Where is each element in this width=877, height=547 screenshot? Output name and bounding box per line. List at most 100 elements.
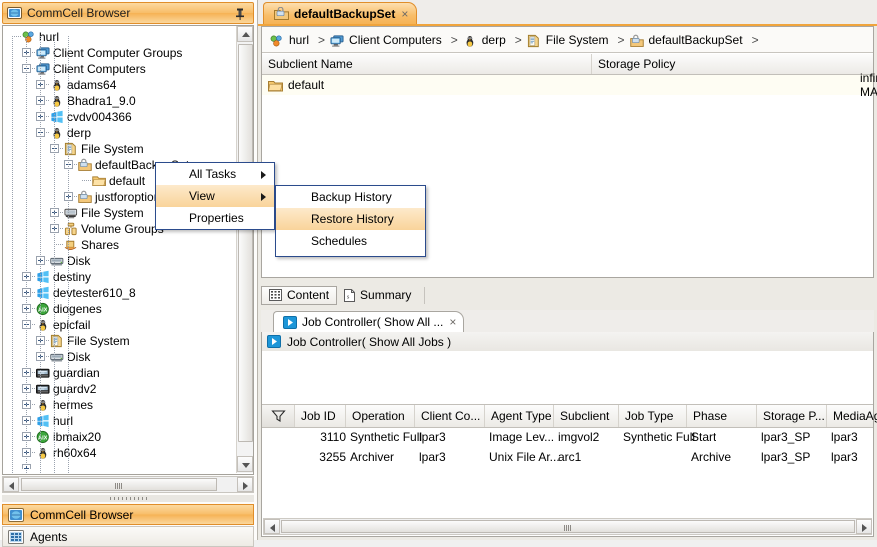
tree-item[interactable]: Disk: [3, 253, 235, 269]
tree-item[interactable]: [3, 461, 235, 469]
table-row[interactable]: 3110 Synthetic Full lpar3 Image Lev... i…: [262, 428, 873, 447]
close-icon[interactable]: ×: [401, 7, 408, 21]
scroll-left-button[interactable]: [264, 519, 280, 534]
windows-icon: [37, 286, 49, 300]
tree-item[interactable]: adams64: [3, 77, 235, 93]
column-header-client-computer[interactable]: Client Co...: [415, 405, 485, 427]
column-header-storage-policy[interactable]: Storage P...: [757, 405, 827, 427]
tree-item[interactable]: Disk: [3, 349, 235, 365]
tab-content[interactable]: Content: [261, 285, 338, 305]
column-header-subclient[interactable]: Subclient: [554, 405, 619, 427]
job-controller-title: Job Controller( Show All Jobs ): [287, 334, 452, 349]
tree-item-label: diogenes: [53, 302, 102, 316]
tree-item[interactable]: Client Computer Groups: [3, 45, 235, 61]
cell-job-type: Synthetic Full: [623, 430, 696, 444]
table-row[interactable]: 3255 Archiver lpar3 Unix File Ar... arc1…: [262, 448, 873, 467]
cell-subclient: imgvol2: [558, 430, 600, 444]
tree-item[interactable]: epicfail: [3, 317, 235, 333]
tree-item[interactable]: AIX diogenes: [3, 301, 235, 317]
tree-item-label: derp: [67, 126, 92, 140]
cell-agent-type: Image Lev...: [489, 430, 555, 444]
tree-item[interactable]: devtester610_8: [3, 285, 235, 301]
commcell-icon: [22, 31, 34, 43]
tree-item[interactable]: guardv2: [3, 381, 235, 397]
tree-item[interactable]: Shares: [3, 237, 235, 253]
tree-item-label: destiny: [53, 270, 92, 284]
tree-item[interactable]: Client Computers: [3, 61, 235, 77]
scroll-right-button[interactable]: [237, 477, 253, 492]
filesystem-icon: [527, 34, 539, 47]
tree-item[interactable]: cvdv004366: [3, 109, 235, 125]
menu-item[interactable]: View: [156, 185, 274, 207]
tree-item[interactable]: File System: [3, 141, 235, 157]
scroll-right-button[interactable]: [856, 519, 872, 534]
commcell-console-window: CommCell Browser hurl Client Computer Gr…: [0, 0, 877, 547]
commcell-tree[interactable]: hurl Client Computer Groups Client Compu…: [3, 26, 235, 473]
breadcrumb[interactable]: hurl > Client Computers > derp > File Sy…: [262, 27, 873, 53]
tree-item[interactable]: hermes: [3, 397, 235, 413]
context-submenu-view[interactable]: Backup History Restore History Schedules: [275, 185, 426, 257]
job-table-horizontal-scrollbar[interactable]: [263, 518, 872, 535]
menu-item-label: View: [189, 189, 215, 203]
tab-summary[interactable]: s Summary: [337, 286, 418, 305]
tree-scroll-thumb[interactable]: [238, 44, 253, 442]
pin-icon[interactable]: [233, 7, 247, 21]
tree-item[interactable]: guardian: [3, 365, 235, 381]
tree-item[interactable]: File System: [3, 333, 235, 349]
cell-operation: Archiver: [350, 450, 395, 464]
cell-job-id: 3110: [320, 430, 346, 444]
tree-item[interactable]: AIX ibmaix20: [3, 429, 235, 445]
disk-icon: [50, 353, 64, 362]
menu-item[interactable]: All Tasks: [156, 163, 274, 185]
breadcrumb-separator: >: [751, 32, 759, 47]
main-work-area: defaultBackupSet × hurl > Client Compute…: [258, 0, 877, 540]
scroll-left-button[interactable]: [3, 477, 19, 492]
subclient-icon: [268, 80, 283, 91]
tree-horizontal-scrollbar[interactable]: [2, 476, 254, 493]
column-header-operation[interactable]: Operation: [346, 405, 415, 427]
tree-item-label: File System: [67, 334, 130, 348]
cell-media-agent: lpar3: [831, 430, 858, 444]
filter-column-header[interactable]: [262, 405, 295, 427]
table-row[interactable]: default infinitywin1-MAG: [262, 71, 877, 99]
tree-vertical-scrollbar[interactable]: [236, 26, 253, 473]
panel-splitter[interactable]: [2, 495, 254, 502]
tree-item[interactable]: hurl: [3, 413, 235, 429]
breadcrumb-item[interactable]: File System: [527, 33, 608, 47]
menu-item[interactable]: Backup History: [276, 186, 425, 208]
tree-item[interactable]: Bhadra1_9.0: [3, 93, 235, 109]
breadcrumb-item[interactable]: hurl: [270, 33, 309, 47]
sidebar-item-commcell-browser[interactable]: CommCell Browser: [2, 504, 254, 525]
aix-icon: AIX: [36, 302, 49, 316]
scroll-down-button[interactable]: [237, 456, 253, 472]
column-header-job-id[interactable]: Job ID: [295, 405, 346, 427]
sidebar-item-agents[interactable]: Agents: [2, 526, 254, 547]
column-header-phase[interactable]: Phase: [687, 405, 757, 427]
subclient-icon: [92, 176, 106, 187]
close-icon[interactable]: ×: [449, 315, 456, 329]
column-header-storage-policy[interactable]: Storage Policy: [592, 54, 873, 74]
breadcrumb-item[interactable]: defaultBackupSet: [629, 33, 743, 47]
column-header-job-type[interactable]: Job Type: [619, 405, 687, 427]
menu-item[interactable]: Schedules: [276, 230, 425, 252]
tree-item[interactable]: destiny: [3, 269, 235, 285]
job-controller-body: Job Controller( Show All Jobs ) Job ID O…: [261, 332, 877, 537]
tree-hscroll-thumb[interactable]: [21, 478, 217, 491]
agents-grid-icon: [8, 529, 24, 544]
computer-group-icon: [330, 34, 344, 47]
tab-default-backup-set[interactable]: defaultBackupSet ×: [263, 2, 418, 24]
column-header-subclient-name[interactable]: Subclient Name: [262, 54, 592, 74]
breadcrumb-item[interactable]: derp: [463, 33, 506, 47]
tree-item[interactable]: hurl: [3, 29, 235, 45]
context-menu[interactable]: All Tasks View Properties: [155, 162, 275, 230]
breadcrumb-item[interactable]: Client Computers: [330, 33, 442, 47]
column-header-media-agent[interactable]: MediaAg: [827, 405, 877, 427]
tree-item[interactable]: derp: [3, 125, 235, 141]
job-table-hscroll-thumb[interactable]: [281, 520, 855, 533]
scroll-up-button[interactable]: [237, 26, 253, 42]
column-header-agent-type[interactable]: Agent Type: [485, 405, 554, 427]
tab-job-controller[interactable]: Job Controller( Show All ... ×: [273, 311, 465, 332]
menu-item[interactable]: Properties: [156, 207, 274, 229]
tree-item[interactable]: rh60x64: [3, 445, 235, 461]
menu-item[interactable]: Restore History: [276, 208, 425, 230]
